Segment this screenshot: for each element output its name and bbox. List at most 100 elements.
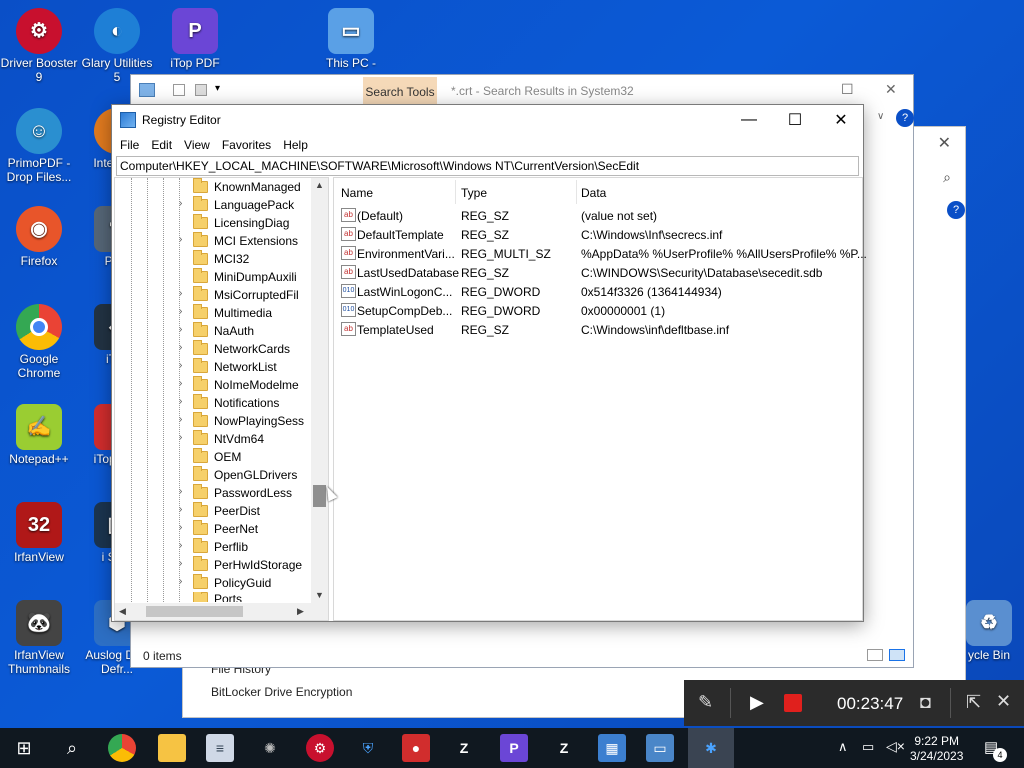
- scroll-down-icon[interactable]: ▼: [315, 590, 324, 600]
- expand-arrow-icon[interactable]: ›: [179, 360, 189, 371]
- tree-vertical-scrollbar[interactable]: ▲ ▼: [311, 178, 328, 605]
- tree-item[interactable]: OEM: [193, 448, 241, 466]
- notepad-icon[interactable]: ≡: [206, 734, 234, 762]
- pen-icon[interactable]: ✎: [698, 692, 713, 713]
- large-icons-view-icon[interactable]: [889, 649, 905, 661]
- checkbox-icon[interactable]: [173, 84, 185, 96]
- expand-arrow-icon[interactable]: ›: [179, 342, 189, 353]
- network-icon[interactable]: ▭: [862, 739, 874, 755]
- list-item[interactable]: ab LastUsedDatabase REG_SZ C:\WINDOWS\Se…: [339, 263, 859, 282]
- file-icon[interactable]: [195, 84, 207, 96]
- tree-item[interactable]: › NoImeModelme: [179, 376, 299, 394]
- menu-favorites[interactable]: Favorites: [218, 138, 279, 152]
- expand-arrow-icon[interactable]: ›: [179, 432, 189, 443]
- desktop-icon-firefox[interactable]: ◉ Firefox: [0, 206, 78, 268]
- volume-icon[interactable]: ◁×: [886, 738, 905, 755]
- close-icon[interactable]: ✕: [885, 81, 897, 98]
- menu-view[interactable]: View: [180, 138, 218, 152]
- expand-arrow-icon[interactable]: ›: [179, 486, 189, 497]
- close-icon[interactable]: ✕: [938, 133, 951, 153]
- scroll-right-icon[interactable]: ▶: [297, 606, 304, 617]
- list-item[interactable]: 010 SetupCompDeb... REG_DWORD 0x00000001…: [339, 301, 859, 320]
- expand-arrow-icon[interactable]: ›: [179, 558, 189, 569]
- search-icon[interactable]: ⌕: [943, 169, 951, 186]
- tree-item[interactable]: › MsiCorruptedFil: [179, 286, 299, 304]
- explorer-titlebar[interactable]: ▾ Search Tools *.crt - Search Results in…: [131, 75, 913, 107]
- tree-item[interactable]: › PeerNet: [179, 520, 258, 538]
- tree-horizontal-scrollbar[interactable]: ◀ ▶: [115, 603, 313, 620]
- tree-item[interactable]: Ports: [193, 592, 242, 602]
- tree-item[interactable]: MiniDumpAuxili: [193, 268, 297, 286]
- expand-arrow-icon[interactable]: ›: [179, 198, 189, 209]
- monitor-icon[interactable]: ▭: [646, 734, 674, 762]
- list-item[interactable]: ab (Default) REG_SZ (value not set): [339, 206, 859, 225]
- tree-item[interactable]: › NetworkCards: [179, 340, 290, 358]
- tree-item[interactable]: › LanguagePack: [179, 196, 294, 214]
- tree-item[interactable]: › Perflib: [179, 538, 248, 556]
- scroll-up-icon[interactable]: ▲: [315, 180, 324, 190]
- play-icon[interactable]: ▶: [750, 692, 764, 713]
- tree-item[interactable]: OpenGLDrivers: [193, 466, 297, 484]
- menu-file[interactable]: File: [116, 138, 147, 152]
- chrome-icon[interactable]: [108, 734, 136, 762]
- expand-arrow-icon[interactable]: ›: [179, 306, 189, 317]
- list-item[interactable]: 010 LastWinLogonC... REG_DWORD 0x514f332…: [339, 282, 859, 301]
- menu-help[interactable]: Help: [279, 138, 316, 152]
- expand-arrow-icon[interactable]: ›: [179, 576, 189, 587]
- z-app-icon[interactable]: Z: [450, 734, 478, 762]
- list-item[interactable]: ab DefaultTemplate REG_SZ C:\Windows\Inf…: [339, 225, 859, 244]
- desktop-icon-itop-pdf[interactable]: P iTop PDF: [156, 8, 234, 70]
- tree-item[interactable]: › NtVdm64: [179, 430, 264, 448]
- desktop-icon-notepad-plus-plus[interactable]: ✍ Notepad++: [0, 404, 78, 466]
- column-header-type[interactable]: Type: [461, 186, 487, 200]
- maximize-button[interactable]: ☐: [772, 105, 818, 135]
- tree-item[interactable]: › PasswordLess: [179, 484, 292, 502]
- desktop-icon-primopdf[interactable]: ☺ PrimoPDF - Drop Files...: [0, 108, 78, 184]
- close-button[interactable]: ✕: [818, 105, 864, 135]
- close-icon[interactable]: ✕: [996, 691, 1011, 712]
- control-panel-icon[interactable]: ▦: [598, 734, 626, 762]
- help-icon[interactable]: ?: [896, 109, 914, 127]
- zip-app-icon[interactable]: Z: [550, 734, 578, 762]
- tree-item[interactable]: MCI32: [193, 250, 249, 268]
- desktop-icon-this-pc[interactable]: ▭ This PC -: [312, 8, 390, 70]
- address-bar[interactable]: Computer\HKEY_LOCAL_MACHINE\SOFTWARE\Mic…: [116, 156, 859, 176]
- app-icon[interactable]: ✺: [256, 734, 284, 762]
- expand-arrow-icon[interactable]: ›: [179, 522, 189, 533]
- search-icon[interactable]: ⌕: [58, 734, 86, 762]
- desktop-icon-driver-booster[interactable]: ⚙ Driver Booster 9: [0, 8, 78, 84]
- expand-arrow-icon[interactable]: ›: [179, 504, 189, 515]
- registry-editor-icon[interactable]: ✱: [697, 734, 725, 762]
- desktop-icon-google-chrome[interactable]: Google Chrome: [0, 304, 78, 380]
- stop-icon[interactable]: [784, 694, 802, 712]
- system-clock[interactable]: 9:22 PM 3/24/2023: [910, 734, 963, 764]
- tree-item[interactable]: › MCI Extensions: [179, 232, 298, 250]
- tree-item[interactable]: › NetworkList: [179, 358, 277, 376]
- desktop-icon-irfanview-thumbnails[interactable]: 🐼 IrfanView Thumbnails: [0, 600, 78, 676]
- search-tools-tab[interactable]: Search Tools: [363, 77, 437, 107]
- chevron-up-icon[interactable]: ∧: [838, 739, 848, 755]
- start-windows-icon[interactable]: ⊞: [10, 734, 38, 762]
- file-explorer-icon[interactable]: [158, 734, 186, 762]
- column-header-data[interactable]: Data: [581, 186, 606, 200]
- bitlocker-link[interactable]: BitLocker Drive Encryption: [211, 685, 352, 699]
- expand-arrow-icon[interactable]: ›: [179, 288, 189, 299]
- column-separator[interactable]: [576, 180, 577, 204]
- tree-item[interactable]: › NaAuth: [179, 322, 254, 340]
- tree-item[interactable]: › PolicyGuid: [179, 574, 271, 592]
- driver-booster-icon[interactable]: ⚙: [306, 734, 334, 762]
- tree-item[interactable]: › PeerDist: [179, 502, 260, 520]
- desktop-icon-glary-utilities[interactable]: ◐ Glary Utilities 5: [78, 8, 156, 84]
- scroll-left-icon[interactable]: ◀: [119, 606, 126, 617]
- itop-pdf-icon[interactable]: P: [500, 734, 528, 762]
- expand-arrow-icon[interactable]: ›: [179, 414, 189, 425]
- export-icon[interactable]: ⇱: [966, 692, 981, 713]
- expand-arrow-icon[interactable]: ›: [179, 324, 189, 335]
- column-separator[interactable]: [455, 180, 456, 204]
- list-item[interactable]: ab TemplateUsed REG_SZ C:\Windows\inf\de…: [339, 320, 859, 339]
- camera-icon[interactable]: ◘: [920, 692, 931, 713]
- expand-arrow-icon[interactable]: ›: [179, 234, 189, 245]
- shield-icon[interactable]: ⛨: [354, 734, 382, 762]
- maximize-icon[interactable]: ☐: [841, 81, 854, 98]
- registry-editor-titlebar[interactable]: Registry Editor — ☐ ✕: [112, 105, 863, 135]
